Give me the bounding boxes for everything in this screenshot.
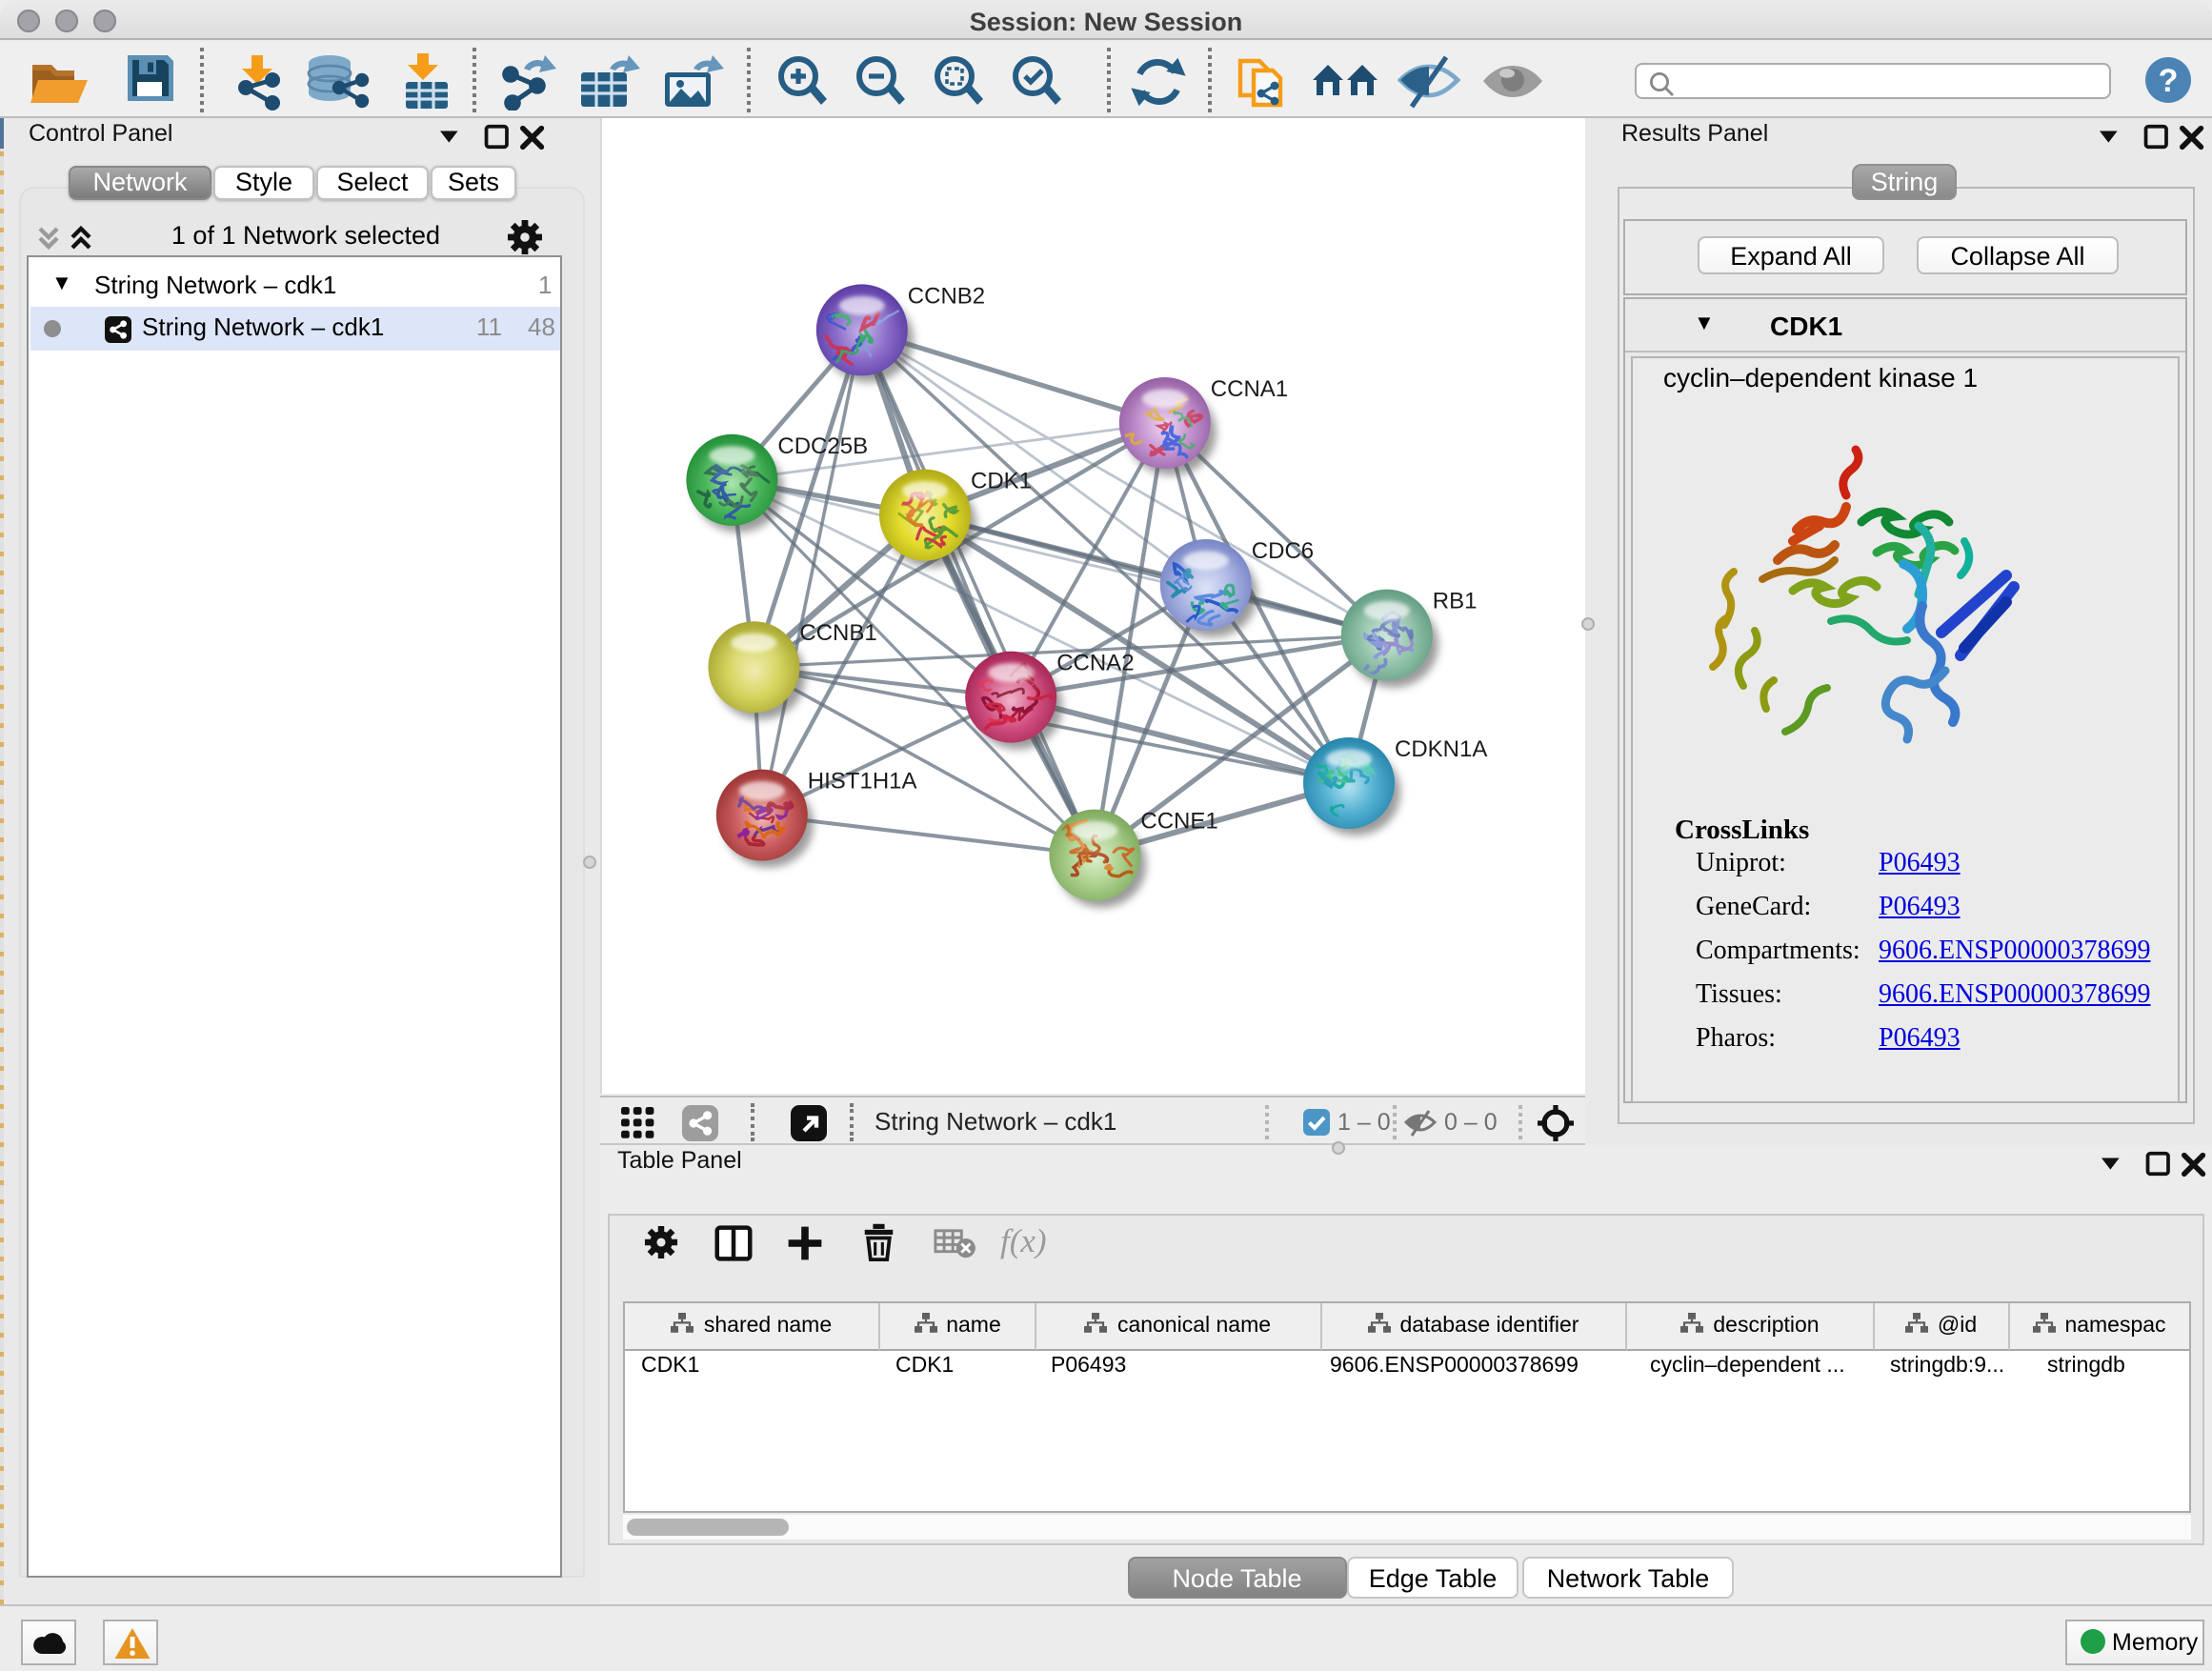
- svg-text:CDK1: CDK1: [971, 469, 1032, 494]
- svg-text:HIST1H1A: HIST1H1A: [808, 769, 917, 795]
- svg-text:CCNE1: CCNE1: [1140, 809, 1217, 835]
- svg-text:RB1: RB1: [1433, 589, 1478, 614]
- svg-text:CCNA2: CCNA2: [1056, 651, 1134, 676]
- svg-text:CCNB2: CCNB2: [908, 283, 985, 309]
- svg-text:?: ?: [2159, 63, 2179, 99]
- svg-text:CDC25B: CDC25B: [777, 433, 868, 459]
- svg-text:CCNB1: CCNB1: [799, 620, 876, 646]
- svg-text:CDC6: CDC6: [1252, 538, 1314, 564]
- svg-text:CCNA1: CCNA1: [1211, 376, 1288, 402]
- svg-text:CDKN1A: CDKN1A: [1395, 736, 1487, 762]
